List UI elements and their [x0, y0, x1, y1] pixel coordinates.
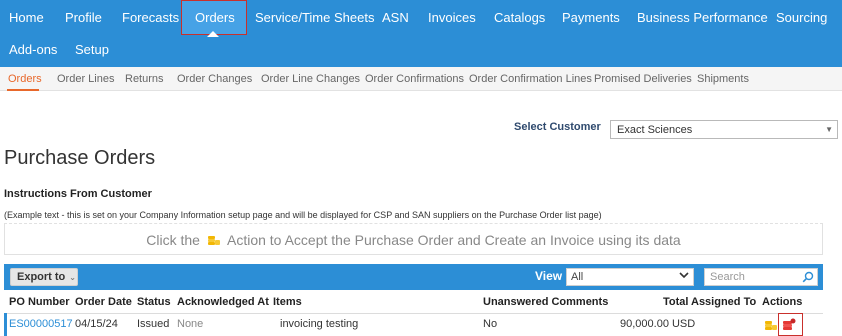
search-icon	[802, 271, 814, 283]
nav-item-invoices[interactable]: Invoices	[428, 11, 476, 25]
sub-navigation-bar: Orders Order Lines Returns Order Changes…	[0, 67, 842, 91]
top-navigation-bar: Home Profile Forecasts Orders Service/Ti…	[0, 0, 842, 67]
nav-item-payments[interactable]: Payments	[562, 11, 620, 25]
column-header-total[interactable]: Total	[663, 296, 688, 308]
nav-item-setup[interactable]: Setup	[75, 43, 109, 57]
subnav-item-orders[interactable]: Orders	[8, 73, 42, 85]
instructions-title: Instructions From Customer	[4, 188, 152, 200]
status-cell: Issued	[137, 318, 170, 330]
nav-item-sourcing[interactable]: Sourcing	[776, 11, 827, 25]
items-cell: invoicing testing	[280, 318, 359, 330]
po-number-link[interactable]: ES00000517	[9, 318, 73, 330]
acknowledged-at-cell: None	[177, 318, 204, 330]
nav-item-service-time-sheets[interactable]: Service/Time Sheets	[255, 11, 374, 25]
unanswered-comments-cell: No	[483, 318, 498, 330]
chevron-down-icon: ⌄	[69, 273, 76, 282]
instructions-text: (Example text - this is set on your Comp…	[4, 210, 602, 220]
dropdown-arrow-icon: ▼	[825, 125, 833, 134]
nav-item-profile[interactable]: Profile	[65, 11, 102, 25]
subnav-item-order-lines[interactable]: Order Lines	[57, 73, 114, 85]
nav-item-add-ons[interactable]: Add-ons	[9, 43, 57, 57]
page-title: Purchase Orders	[4, 147, 156, 169]
column-header-unanswered-comments[interactable]: Unanswered Comments	[483, 296, 608, 308]
subnav-item-order-line-changes[interactable]: Order Line Changes	[261, 73, 360, 85]
column-header-actions: Actions	[762, 296, 803, 308]
search-input[interactable]: Search	[704, 268, 818, 286]
subnav-item-returns[interactable]: Returns	[125, 73, 164, 85]
nav-item-asn[interactable]: ASN	[382, 11, 409, 25]
order-date-cell: 04/15/24	[75, 318, 118, 330]
column-header-assigned-to[interactable]: Assigned To	[691, 296, 756, 308]
nav-item-home[interactable]: Home	[9, 11, 44, 25]
subnav-item-order-confirmation-lines[interactable]: Order Confirmation Lines	[469, 73, 592, 85]
banner-text-after: Action to Accept the Purchase Order and …	[226, 232, 681, 248]
subnav-item-promised-deliveries[interactable]: Promised Deliveries	[594, 73, 692, 85]
chevron-down-icon	[679, 272, 689, 279]
accept-invoice-icon[interactable]	[764, 317, 778, 331]
column-header-items[interactable]: Items	[273, 296, 302, 308]
reject-icon[interactable]	[782, 317, 796, 331]
view-select[interactable]: All	[566, 268, 694, 286]
column-header-order-date[interactable]: Order Date	[75, 296, 132, 308]
column-header-status[interactable]: Status	[137, 296, 171, 308]
nav-item-forecasts[interactable]: Forecasts	[122, 11, 179, 25]
nav-item-business-performance[interactable]: Business Performance	[637, 11, 768, 25]
select-customer-label: Select Customer	[514, 121, 601, 133]
column-header-acknowledged-at[interactable]: Acknowledged At	[177, 296, 269, 308]
column-header-po-number[interactable]: PO Number	[9, 296, 70, 308]
coins-icon	[207, 236, 220, 245]
nav-item-catalogs[interactable]: Catalogs	[494, 11, 545, 25]
table-row	[4, 313, 823, 336]
search-placeholder: Search	[710, 271, 745, 283]
export-button-label: Export to	[17, 271, 66, 283]
subnav-item-order-confirmations[interactable]: Order Confirmations	[365, 73, 464, 85]
subnav-item-shipments[interactable]: Shipments	[697, 73, 749, 85]
view-select-value: All	[571, 271, 584, 283]
row-selection-accent	[4, 313, 7, 336]
subnav-active-underline	[7, 89, 39, 91]
total-cell: 90,000.00 USD	[620, 318, 696, 330]
nav-item-orders[interactable]: Orders	[195, 11, 235, 25]
table-toolbar: Export to ⌄ View All Search	[4, 264, 823, 290]
export-button[interactable]: Export to ⌄	[10, 268, 78, 286]
instructions-banner: Click the Action to Accept the Purchase …	[4, 223, 823, 255]
subnav-item-order-changes[interactable]: Order Changes	[177, 73, 252, 85]
customer-select[interactable]: Exact Sciences ▼	[610, 120, 838, 139]
nav-active-caret-icon	[207, 31, 219, 37]
banner-text-before: Click the	[146, 232, 200, 248]
customer-select-value: Exact Sciences	[617, 124, 693, 136]
view-label: View	[535, 269, 563, 283]
